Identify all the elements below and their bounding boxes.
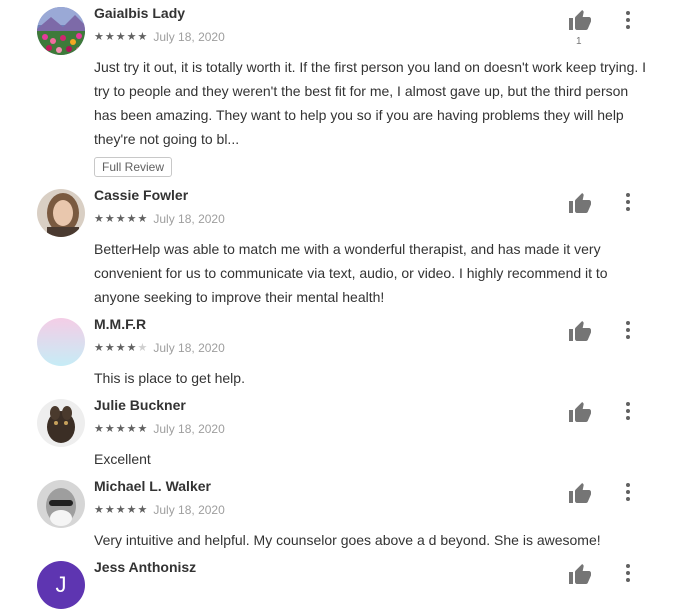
review-text: Excellent bbox=[94, 451, 151, 467]
star-icon: ★ bbox=[137, 342, 148, 354]
reviewer-name: Julie Buckner bbox=[94, 397, 186, 413]
full-review-button[interactable]: Full Review bbox=[94, 157, 173, 177]
reviewer-avatar: J bbox=[37, 561, 85, 609]
star-icon: ★ bbox=[94, 213, 104, 225]
reviewer-avatar bbox=[37, 318, 85, 366]
star-icon: ★ bbox=[94, 342, 104, 354]
more-vert-icon[interactable] bbox=[616, 561, 640, 585]
star-icon: ★ bbox=[115, 342, 126, 354]
star-icon: ★ bbox=[126, 31, 137, 43]
star-icon: ★ bbox=[104, 342, 115, 354]
reviewer-avatar bbox=[37, 480, 85, 528]
reviewer-avatar bbox=[37, 189, 85, 237]
thumb-up-icon[interactable] bbox=[568, 482, 592, 506]
reviewer-avatar bbox=[37, 7, 85, 55]
star-icon: ★ bbox=[104, 423, 115, 435]
reviewer-name: Cassie Fowler bbox=[94, 187, 189, 203]
review-date: July 18, 2020 bbox=[153, 422, 225, 436]
more-vert-icon[interactable] bbox=[616, 480, 640, 504]
star-icon: ★ bbox=[137, 504, 148, 516]
review-meta: ★ ★ ★ ★ ★ July 18, 2020 bbox=[94, 341, 225, 355]
reviewer-name: Michael L. Walker bbox=[94, 478, 211, 494]
star-icon: ★ bbox=[126, 213, 137, 225]
reviewer-name: GaiaIbis Lady bbox=[94, 5, 186, 21]
star-icon: ★ bbox=[104, 31, 115, 43]
review-date: July 18, 2020 bbox=[153, 341, 225, 355]
review-text: Just try it out, it is totally worth it.… bbox=[94, 59, 647, 147]
star-icon: ★ bbox=[126, 342, 137, 354]
star-icon: ★ bbox=[137, 213, 148, 225]
more-vert-icon[interactable] bbox=[616, 318, 640, 342]
reviewer-name: M.M.F.R bbox=[94, 316, 147, 332]
star-icon: ★ bbox=[94, 31, 104, 43]
thumb-up-icon[interactable] bbox=[568, 401, 592, 425]
review-date: July 18, 2020 bbox=[153, 30, 225, 44]
star-icon: ★ bbox=[104, 213, 115, 225]
rating-stars: ★ ★ ★ ★ ★ bbox=[94, 504, 147, 516]
thumb-up-icon[interactable] bbox=[568, 563, 592, 587]
helpful-count: 1 bbox=[576, 36, 582, 47]
more-vert-icon[interactable] bbox=[616, 8, 640, 32]
review-date: July 18, 2020 bbox=[153, 212, 225, 226]
rating-stars: ★ ★ ★ ★ ★ bbox=[94, 423, 147, 435]
more-vert-icon[interactable] bbox=[616, 190, 640, 214]
star-icon: ★ bbox=[115, 423, 126, 435]
review-meta: ★ ★ ★ ★ ★ July 18, 2020 bbox=[94, 503, 225, 517]
review-text: This is place to get help. bbox=[94, 370, 245, 386]
review-date: July 18, 2020 bbox=[153, 503, 225, 517]
rating-stars: ★ ★ ★ ★ ★ bbox=[94, 31, 147, 43]
star-icon: ★ bbox=[137, 423, 148, 435]
star-icon: ★ bbox=[126, 423, 137, 435]
review-meta: ★ ★ ★ ★ ★ July 18, 2020 bbox=[94, 422, 225, 436]
star-icon: ★ bbox=[115, 504, 126, 516]
star-icon: ★ bbox=[104, 504, 115, 516]
review-text: BetterHelp was able to match me with a w… bbox=[94, 241, 608, 305]
thumb-up-icon[interactable] bbox=[568, 192, 592, 216]
star-icon: ★ bbox=[115, 31, 126, 43]
star-icon: ★ bbox=[94, 423, 104, 435]
reviewer-name: Jess Anthonisz bbox=[94, 559, 197, 575]
more-vert-icon[interactable] bbox=[616, 399, 640, 423]
thumb-up-icon[interactable] bbox=[568, 320, 592, 344]
avatar-letter: J bbox=[55, 572, 67, 597]
star-icon: ★ bbox=[94, 504, 104, 516]
rating-stars: ★ ★ ★ ★ ★ bbox=[94, 213, 147, 225]
review-meta: ★ ★ ★ ★ ★ July 18, 2020 bbox=[94, 212, 225, 226]
star-icon: ★ bbox=[126, 504, 137, 516]
reviewer-avatar bbox=[37, 399, 85, 447]
star-icon: ★ bbox=[115, 213, 126, 225]
star-icon: ★ bbox=[137, 31, 148, 43]
rating-stars: ★ ★ ★ ★ ★ bbox=[94, 342, 147, 354]
review-text: Very intuitive and helpful. My counselor… bbox=[94, 532, 601, 548]
thumb-up-icon[interactable] bbox=[568, 9, 592, 33]
review-meta: ★ ★ ★ ★ ★ July 18, 2020 bbox=[94, 30, 225, 44]
